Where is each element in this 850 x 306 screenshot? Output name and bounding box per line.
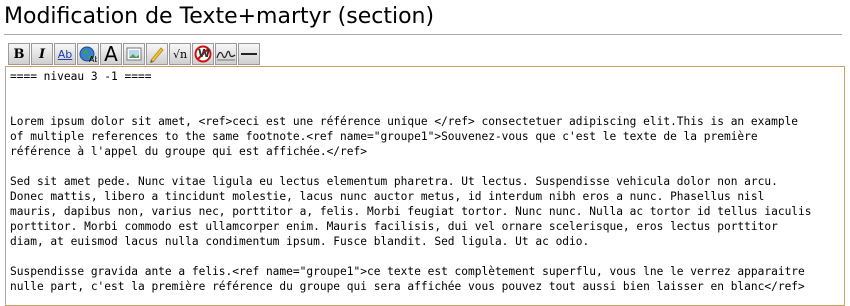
italic-icon: I	[38, 46, 46, 62]
page-title: Modification de Texte+martyr (section)	[4, 2, 842, 35]
horizontal-line-button[interactable]	[238, 43, 260, 65]
editor-line: diam, at euismod lacus nulla condimentum…	[10, 235, 590, 248]
math-button[interactable]: √n	[169, 43, 191, 65]
wikitext-content[interactable]: ==== niveau 3 -1 ==== Lorem ipsum dolor s…	[6, 67, 844, 294]
signature-icon	[216, 46, 236, 62]
editor-line: Lorem ipsum dolor sit amet, <ref>ceci es…	[10, 115, 799, 128]
editor-line: of multiple references to the same footn…	[10, 130, 758, 143]
media-button[interactable]	[146, 43, 168, 65]
nowiki-icon: W	[194, 45, 212, 63]
nowiki-button[interactable]: W	[192, 43, 214, 65]
math-icon: √n	[172, 47, 188, 61]
edit-toolbar: B I Ab Ab A	[8, 42, 260, 66]
wikitext-editor[interactable]: ==== niveau 3 -1 ==== Lorem ipsum dolor s…	[5, 66, 845, 306]
editor-line: Sed sit amet pede. Nunc vitae ligula eu …	[10, 175, 778, 188]
editor-line: référence à l'appel du groupe qui est af…	[10, 145, 367, 158]
horizontal-line-icon	[240, 51, 258, 57]
external-link-button[interactable]: Ab	[77, 43, 99, 65]
bold-button[interactable]: B	[8, 43, 30, 65]
nowiki-label: W	[198, 47, 211, 60]
image-icon	[126, 47, 142, 61]
editor-line: porttitor. Morbi commodo est ullamcorper…	[10, 220, 778, 233]
italic-button[interactable]: I	[31, 43, 53, 65]
internal-link-button[interactable]: Ab	[54, 43, 76, 65]
signature-button[interactable]	[215, 43, 237, 65]
bold-icon: B	[13, 46, 25, 62]
headline-button[interactable]: A	[100, 43, 122, 65]
editor-line: Suspendisse gravida ante a felis.<ref na…	[10, 265, 805, 278]
svg-text:Ab: Ab	[89, 55, 97, 63]
headline-icon: A	[104, 43, 118, 65]
editor-line: mauris, dapibus non, varius nec, porttit…	[10, 205, 812, 218]
globe-link-icon: Ab	[79, 45, 97, 63]
link-icon: Ab	[57, 47, 73, 61]
editor-line: Donec mattis, libero a tincidunt molesti…	[10, 190, 765, 203]
image-button[interactable]	[123, 43, 145, 65]
editor-line: nulle part, c'est la première référence …	[10, 280, 805, 293]
media-icon	[148, 45, 166, 63]
editor-line: ==== niveau 3 -1 ====	[10, 70, 152, 83]
